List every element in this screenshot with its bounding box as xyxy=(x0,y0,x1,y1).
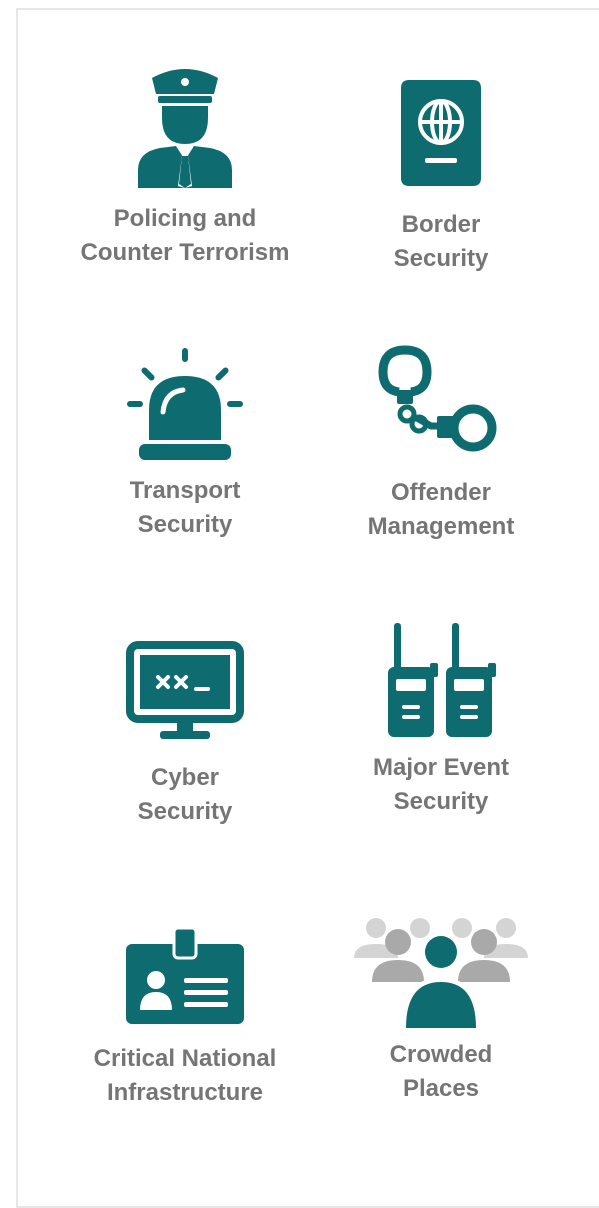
siren-icon xyxy=(127,348,243,460)
tile-label-line: Infrastructure xyxy=(106,1079,264,1106)
tile-major-event-security[interactable]: Major Event Security xyxy=(316,623,566,819)
tile-label-line: Crowded xyxy=(389,1041,493,1068)
tile-label-line: Security xyxy=(393,788,489,815)
police-officer-icon xyxy=(138,69,232,188)
crowd-icon xyxy=(354,918,528,1028)
tile-offender-management[interactable]: Offender Management xyxy=(316,345,566,544)
tile-label-line: Security xyxy=(137,798,233,825)
tile-label-line: Major Event xyxy=(372,754,510,781)
tile-label-line: Offender xyxy=(390,479,491,506)
walkie-talkie-icon xyxy=(388,623,496,737)
tile-label-line: Transport xyxy=(129,477,241,504)
tile-critical-national-infrastructure[interactable]: Critical National Infrastructure xyxy=(60,926,310,1110)
id-badge-icon xyxy=(126,926,244,1024)
tile-label-line: Security xyxy=(393,245,489,272)
tile-label-line: Cyber xyxy=(150,764,220,791)
tile-cyber-security[interactable]: Cyber Security xyxy=(60,641,310,829)
tile-label-line: Policing and xyxy=(113,205,257,232)
tile-label-line: Places xyxy=(402,1075,480,1102)
tile-crowded-places[interactable]: Crowded Places xyxy=(316,918,566,1106)
tile-label-line: Border xyxy=(401,211,481,238)
tile-policing[interactable]: Policing and Counter Terrorism xyxy=(60,66,310,270)
tile-label-line: Critical National xyxy=(93,1045,277,1072)
tile-label-line: Management xyxy=(367,513,515,540)
tile-border-security[interactable]: Border Security xyxy=(316,80,566,276)
tile-label-line: Security xyxy=(137,511,233,538)
computer-monitor-icon xyxy=(126,641,244,739)
tile-label-line: Counter Terrorism xyxy=(80,239,290,266)
passport-icon xyxy=(401,80,481,186)
tile-transport-security[interactable]: Transport Security xyxy=(60,348,310,542)
handcuffs-icon xyxy=(378,345,497,452)
